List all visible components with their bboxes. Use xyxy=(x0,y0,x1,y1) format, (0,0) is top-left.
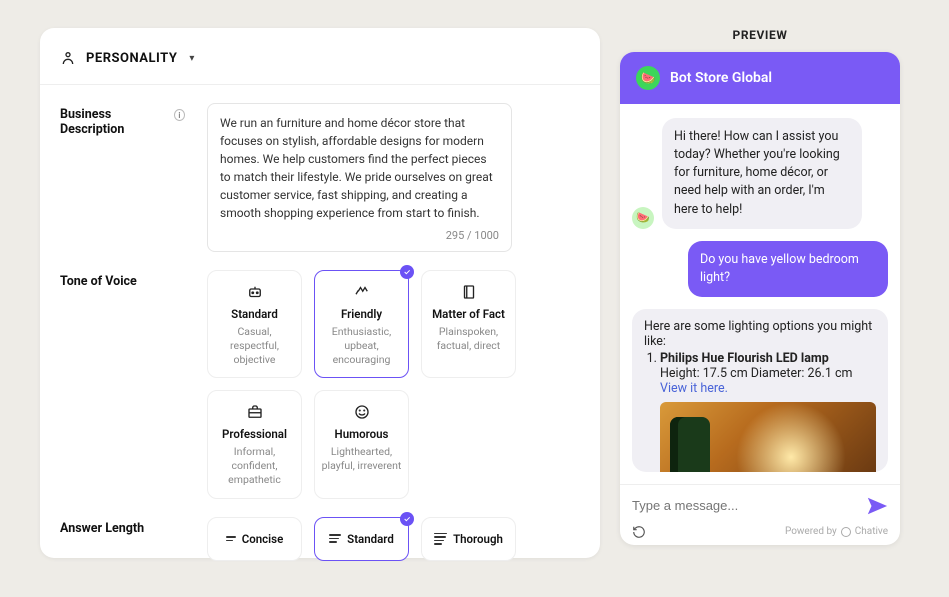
info-icon[interactable]: i xyxy=(174,109,185,121)
section-header[interactable]: PERSONALITY ▾ xyxy=(40,28,600,85)
length-option-concise[interactable]: Concise xyxy=(207,517,302,561)
personality-card: PERSONALITY ▾ Business Description i We … xyxy=(40,28,600,558)
bot-avatar-small-icon: 🍉 xyxy=(632,207,654,229)
product-image xyxy=(660,402,876,472)
wave-icon xyxy=(353,283,371,301)
preview-panel: PREVIEW 🍉 Bot Store Global 🍉 Hi there! H… xyxy=(620,28,900,545)
chat-header: 🍉 Bot Store Global xyxy=(620,52,900,104)
preview-title: PREVIEW xyxy=(620,28,900,42)
product-dimensions: Height: 17.5 cm Diameter: 26.1 cm xyxy=(660,366,852,381)
robot-icon xyxy=(246,283,264,301)
product-name: Philips Hue Flourish LED lamp xyxy=(660,351,829,366)
business-description-input[interactable]: We run an furniture and home décor store… xyxy=(207,103,512,252)
chevron-down-icon: ▾ xyxy=(189,53,194,64)
product-link[interactable]: View it here. xyxy=(660,381,728,396)
char-counter: 295 / 1000 xyxy=(220,228,499,245)
smile-icon xyxy=(353,403,371,421)
bot-result-message: Here are some lighting options you might… xyxy=(632,309,888,472)
chat-window: 🍉 Bot Store Global 🍉 Hi there! How can I… xyxy=(620,52,900,545)
powered-by: Powered by Chative xyxy=(785,526,888,537)
tone-option-friendly[interactable]: FriendlyEnthusiastic, upbeat, encouragin… xyxy=(314,270,409,379)
length-option-thorough[interactable]: Thorough xyxy=(421,517,516,561)
tone-label: Tone of Voice xyxy=(60,270,185,499)
tone-option-matter-of-fact[interactable]: Matter of FactPlainspoken, factual, dire… xyxy=(421,270,516,379)
book-icon xyxy=(460,283,478,301)
user-message: Do you have yellow bedroom light? xyxy=(688,241,888,297)
description-label: Business Description i xyxy=(60,103,185,252)
length-label: Answer Length xyxy=(60,517,185,561)
bars-icon xyxy=(329,534,341,543)
send-icon[interactable] xyxy=(866,495,888,517)
chat-input[interactable] xyxy=(632,498,858,513)
briefcase-icon xyxy=(246,403,264,421)
person-icon xyxy=(60,50,76,66)
bars-icon xyxy=(434,533,447,545)
refresh-icon[interactable] xyxy=(632,525,646,539)
brand-ring-icon xyxy=(841,527,851,537)
tone-option-standard[interactable]: StandardCasual, respectful, objective xyxy=(207,270,302,379)
tone-option-professional[interactable]: ProfessionalInformal, confident, empathe… xyxy=(207,390,302,499)
bot-name: Bot Store Global xyxy=(670,70,772,86)
bot-avatar-icon: 🍉 xyxy=(636,66,660,90)
bars-icon xyxy=(226,536,236,541)
section-title: PERSONALITY xyxy=(86,51,177,66)
tone-option-humorous[interactable]: HumorousLighthearted, playful, irreveren… xyxy=(314,390,409,499)
bot-message: Hi there! How can I assist you today? Wh… xyxy=(662,118,862,229)
length-option-standard[interactable]: Standard xyxy=(314,517,409,561)
